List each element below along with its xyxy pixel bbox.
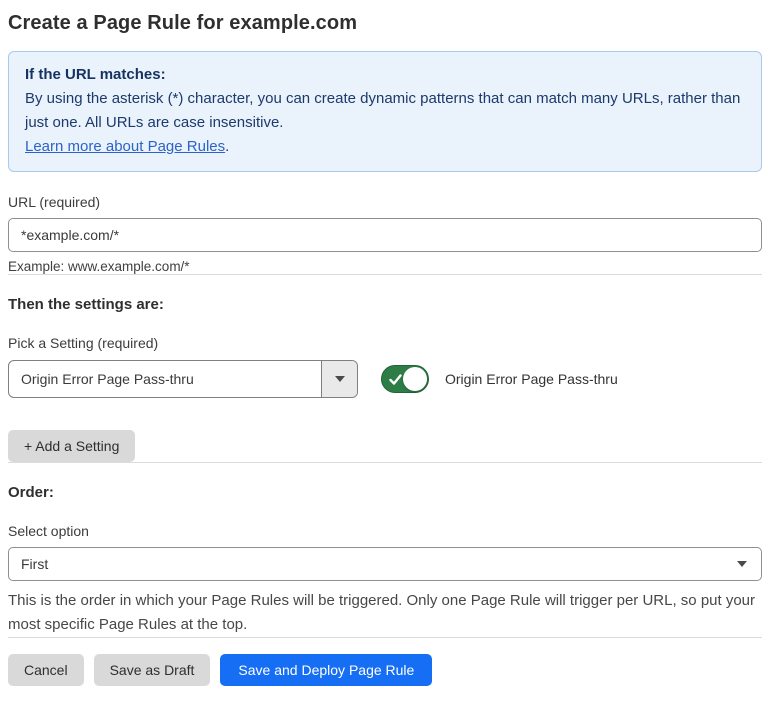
info-box-link-line: Learn more about Page Rules. bbox=[25, 135, 745, 159]
divider bbox=[8, 274, 762, 275]
setting-toggle[interactable] bbox=[381, 365, 429, 393]
link-suffix: . bbox=[225, 138, 230, 155]
url-field-label: URL (required) bbox=[8, 194, 101, 210]
url-match-info-box: If the URL matches: By using the asteris… bbox=[8, 51, 762, 172]
order-section-heading: Order: bbox=[8, 484, 54, 501]
check-icon bbox=[389, 374, 402, 385]
url-example-hint: Example: www.example.com/* bbox=[8, 259, 190, 274]
chevron-down-icon bbox=[737, 561, 747, 567]
setting-dropdown-arrow-button[interactable] bbox=[321, 361, 357, 397]
order-select-value: First bbox=[21, 556, 49, 572]
url-input[interactable] bbox=[8, 218, 762, 252]
order-select[interactable]: First bbox=[8, 547, 762, 581]
create-page-rule-form: Create a Page Rule for example.com If th… bbox=[0, 0, 770, 686]
divider bbox=[8, 637, 762, 638]
add-setting-button[interactable]: + Add a Setting bbox=[8, 430, 136, 462]
setting-dropdown[interactable]: Origin Error Page Pass-thru bbox=[8, 360, 358, 398]
setting-toggle-label: Origin Error Page Pass-thru bbox=[445, 371, 618, 387]
save-as-draft-button[interactable]: Save as Draft bbox=[93, 654, 211, 686]
order-select-label: Select option bbox=[8, 523, 89, 539]
page-title: Create a Page Rule for example.com bbox=[8, 12, 358, 34]
settings-section-heading: Then the settings are: bbox=[8, 296, 164, 313]
pick-setting-label: Pick a Setting (required) bbox=[8, 335, 159, 351]
info-box-heading: If the URL matches: bbox=[25, 66, 166, 83]
setting-dropdown-value: Origin Error Page Pass-thru bbox=[21, 371, 194, 387]
order-help-text: This is the order in which your Page Rul… bbox=[8, 592, 756, 633]
toggle-knob bbox=[403, 367, 427, 391]
learn-more-link[interactable]: Learn more about Page Rules bbox=[25, 138, 225, 155]
info-box-body: By using the asterisk (*) character, you… bbox=[25, 90, 741, 131]
chevron-down-icon bbox=[334, 376, 345, 382]
divider bbox=[8, 462, 762, 463]
save-and-deploy-button[interactable]: Save and Deploy Page Rule bbox=[220, 654, 433, 686]
setting-row: Origin Error Page Pass-thru Origin Error… bbox=[8, 360, 762, 398]
cancel-button[interactable]: Cancel bbox=[8, 654, 84, 686]
footer-actions: Cancel Save as Draft Save and Deploy Pag… bbox=[8, 654, 762, 686]
